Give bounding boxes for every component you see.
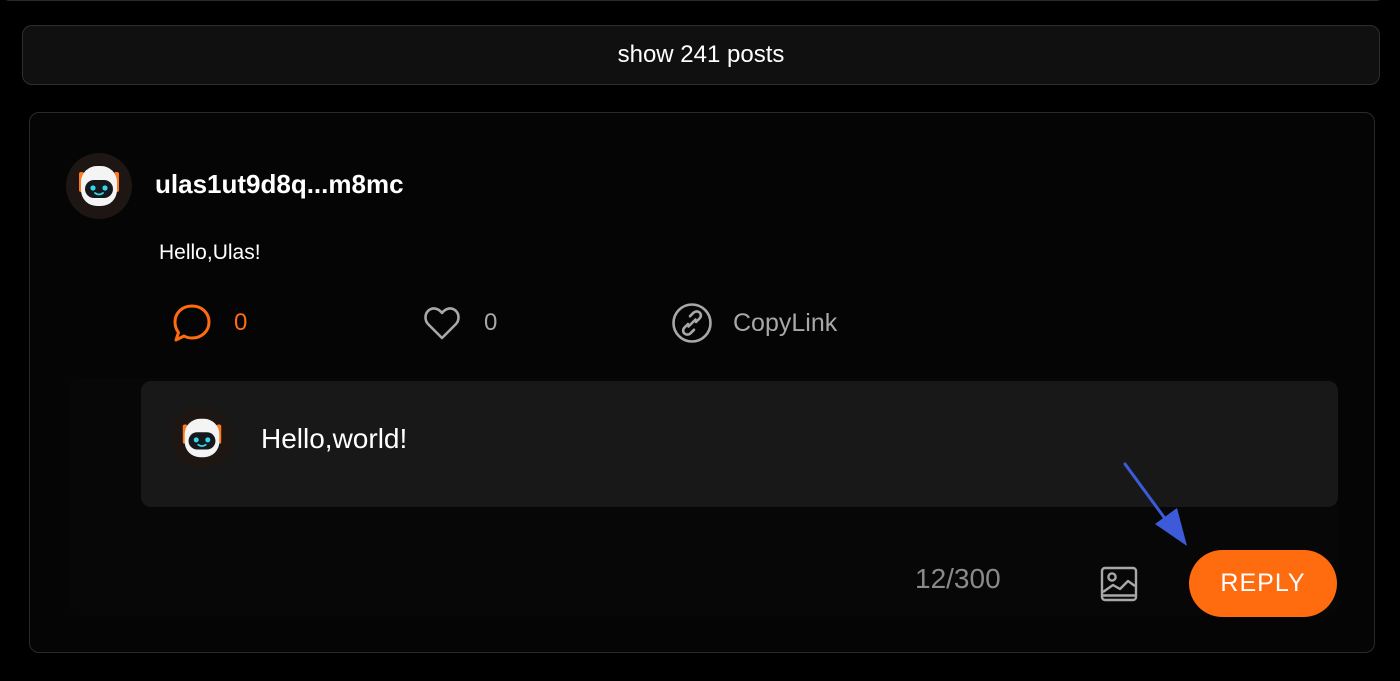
copy-link-label: CopyLink: [733, 308, 838, 337]
annotation-arrow: [1123, 462, 1187, 546]
copy-link-button[interactable]: CopyLink: [671, 301, 837, 345]
like-count: 0: [484, 309, 498, 336]
robot-avatar-icon: [182, 418, 222, 458]
heart-icon: [424, 307, 460, 340]
comment-button[interactable]: 0: [172, 301, 247, 345]
character-counter: 12/300: [915, 563, 1001, 594]
previous-card-edge: [0, 0, 1386, 1]
robot-avatar-icon: [79, 166, 119, 206]
post-card: ulas1ut9d8q...m8mc Hello,Ulas! 0 0 CopyL…: [29, 112, 1375, 653]
post-text: Hello,Ulas!: [159, 241, 261, 264]
like-button[interactable]: 0: [422, 301, 497, 345]
post-username[interactable]: ulas1ut9d8q...m8mc: [155, 169, 404, 200]
reply-input[interactable]: Hello,world!: [261, 423, 407, 455]
comment-count: 0: [234, 309, 248, 336]
image-icon: [1100, 566, 1138, 602]
link-icon: [672, 303, 712, 343]
user-avatar[interactable]: [66, 153, 132, 219]
show-posts-button[interactable]: show 241 posts: [22, 25, 1380, 85]
reply-avatar: [171, 407, 233, 469]
comment-icon: [173, 304, 211, 342]
attach-image-button[interactable]: [1099, 564, 1139, 604]
reply-button[interactable]: REPLY: [1189, 550, 1337, 617]
